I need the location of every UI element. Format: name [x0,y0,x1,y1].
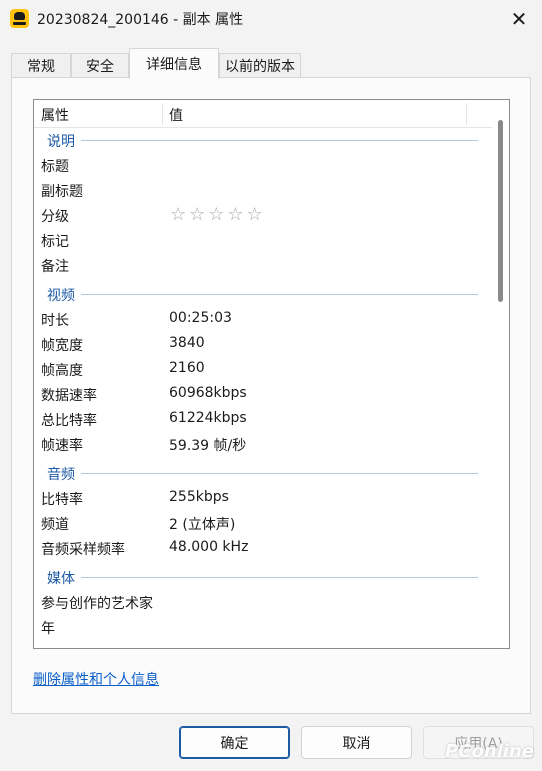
property-row[interactable]: 标题 [34,153,494,178]
cancel-button[interactable]: 取消 [301,726,412,759]
tab-general[interactable]: 常规 [11,53,71,78]
vertical-scrollbar[interactable] [492,100,509,648]
scrollbar-thumb[interactable] [498,120,503,302]
group-header-description: 说明 [34,128,494,152]
property-row[interactable]: 时长 00:25:03 [34,307,494,332]
property-value: 2 (立体声) [169,517,236,533]
property-row[interactable]: 参与创作的艺术家 [34,590,494,615]
group-divider [47,140,478,141]
column-separator[interactable] [466,103,467,125]
property-value: 3840 [169,335,205,351]
group-divider [47,473,478,474]
property-value: 00:25:03 [169,310,232,326]
watermark: PConline [445,741,534,762]
property-row[interactable]: 数据速率 60968kbps [34,382,494,407]
property-row[interactable]: 标记 [34,228,494,253]
property-name: 年 [41,621,55,637]
property-name: 帧速率 [41,438,83,454]
property-row[interactable]: 帧速率 59.39 帧/秒 [34,432,494,457]
property-row[interactable]: 比特率 255kbps [34,486,494,511]
property-name: 副标题 [41,184,83,200]
group-header-media: 媒体 [34,565,494,589]
property-row[interactable]: 分级 ☆☆☆☆☆ [34,203,494,228]
property-name: 标记 [41,234,69,250]
property-list[interactable]: 属性 值 说明 标题 副标题 分级 ☆☆☆☆☆ 标记 备注 视频 时长 00:2… [33,99,510,649]
dialog-footer: 确定 取消 应用(A) PConline [0,714,542,771]
property-name: 参与创作的艺术家 [41,596,153,612]
property-name: 标题 [41,159,69,175]
column-header-property[interactable]: 属性 [41,105,69,125]
property-name: 数据速率 [41,388,97,404]
property-name: 帧高度 [41,363,83,379]
property-row[interactable]: 音频采样频率 48.000 kHz [34,536,494,561]
ok-button[interactable]: 确定 [179,726,290,759]
star-rating-control[interactable]: ☆☆☆☆☆ [170,204,266,225]
property-row[interactable]: 帧宽度 3840 [34,332,494,357]
property-value: 59.39 帧/秒 [169,438,247,454]
property-value: 48.000 kHz [169,539,249,555]
property-name: 帧宽度 [41,338,83,354]
property-name: 比特率 [41,492,83,508]
close-button[interactable]: ✕ [496,0,542,38]
property-row[interactable]: 总比特率 61224kbps [34,407,494,432]
group-label: 视频 [47,285,81,305]
tab-security[interactable]: 安全 [71,53,129,78]
property-row[interactable]: 频道 2 (立体声) [34,511,494,536]
window-title: 20230824_200146 - 副本 属性 [37,12,244,28]
group-header-video: 视频 [34,282,494,306]
property-row[interactable]: 备注 [34,253,494,278]
list-header: 属性 值 [34,100,494,128]
details-tab-panel: 属性 值 说明 标题 副标题 分级 ☆☆☆☆☆ 标记 备注 视频 时长 00:2… [11,77,531,714]
property-name: 总比特率 [41,413,97,429]
tab-details[interactable]: 详细信息 [129,48,219,79]
tab-previous-versions[interactable]: 以前的版本 [219,53,301,78]
property-row[interactable]: 帧高度 2160 [34,357,494,382]
remove-properties-link[interactable]: 删除属性和个人信息 [33,669,159,689]
group-divider [47,294,478,295]
property-name: 音频采样频率 [41,542,125,558]
property-name: 分级 [41,209,69,225]
property-name: 备注 [41,259,69,275]
group-divider [47,577,478,578]
group-label: 媒体 [47,568,81,588]
property-row[interactable]: 年 [34,615,494,640]
title-bar: 20230824_200146 - 副本 属性 ✕ [0,0,542,38]
group-label: 说明 [47,131,81,151]
property-value: 61224kbps [169,410,247,426]
property-value: 60968kbps [169,385,247,401]
property-value: 2160 [169,360,205,376]
property-name: 时长 [41,313,69,329]
player-app-icon [10,9,29,28]
property-name: 频道 [41,517,69,533]
column-header-value[interactable]: 值 [169,105,183,125]
group-header-audio: 音频 [34,461,494,485]
column-separator[interactable] [162,103,163,125]
property-row[interactable]: 副标题 [34,178,494,203]
property-value: 255kbps [169,489,229,505]
group-label: 音频 [47,464,81,484]
